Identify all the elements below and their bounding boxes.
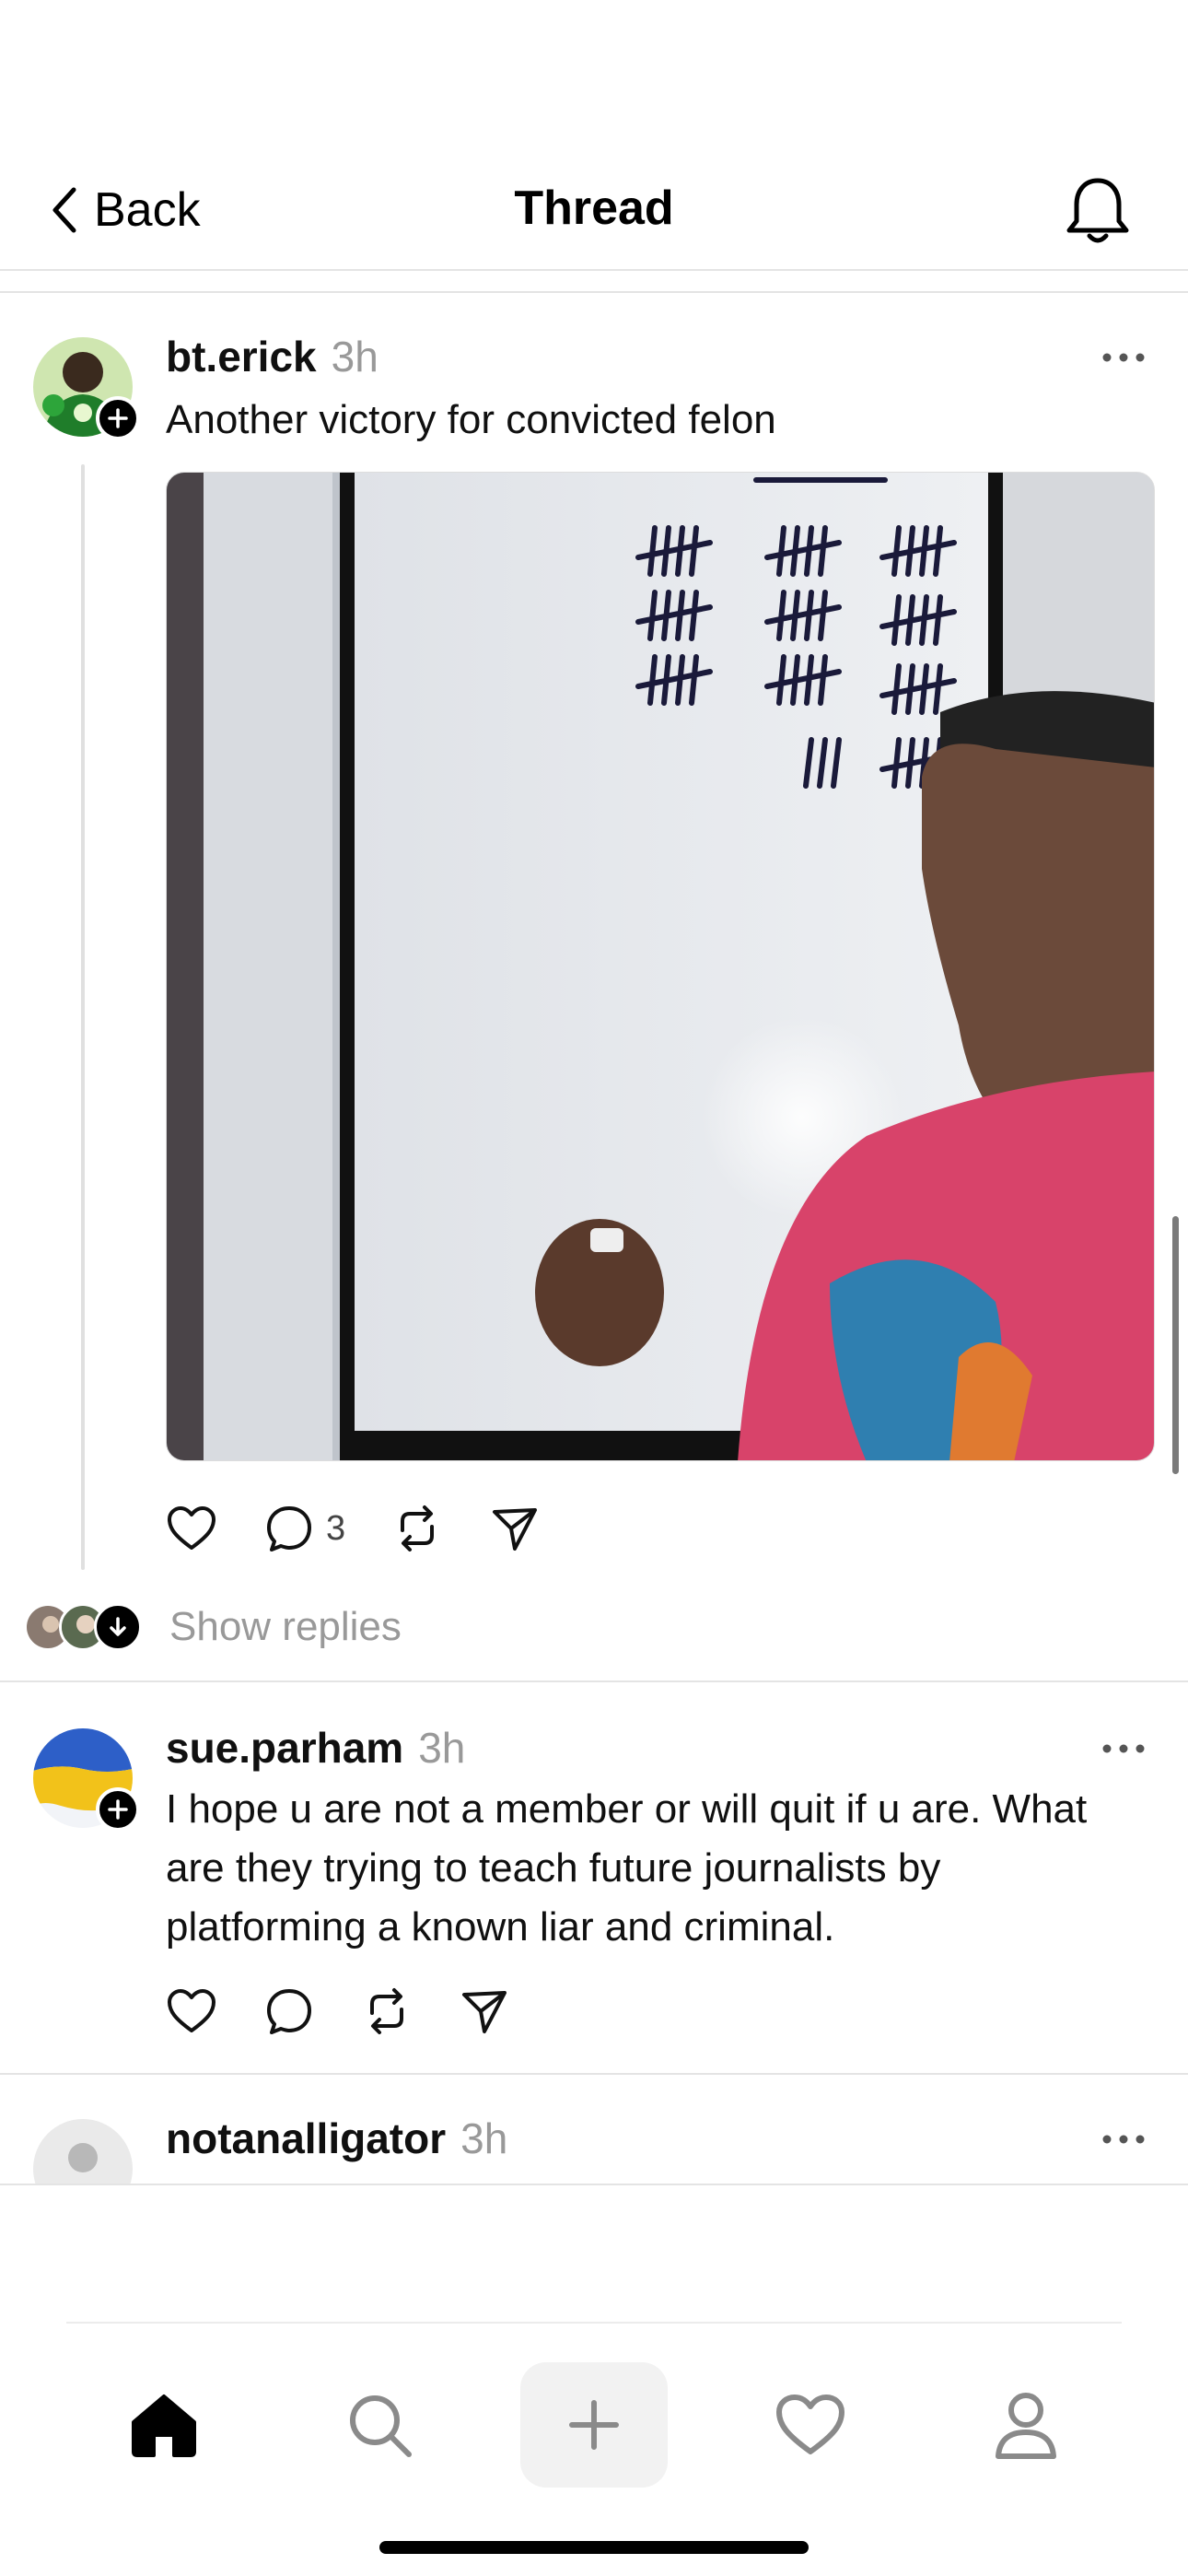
- more-options-button[interactable]: [1096, 1730, 1151, 1767]
- notifications-button[interactable]: [1064, 173, 1132, 247]
- post-text: I hope u are not a member or will quit i…: [166, 1786, 1088, 1950]
- plus-icon: [569, 2400, 619, 2450]
- tab-search[interactable]: [306, 2362, 453, 2488]
- repost-button[interactable]: [391, 1503, 443, 1554]
- ellipsis-icon: [1102, 2135, 1145, 2144]
- home-icon: [132, 2395, 196, 2457]
- search-icon: [350, 2395, 412, 2457]
- divider: [0, 2184, 1188, 2185]
- username-text: bt.erick: [166, 333, 317, 381]
- page-title: Thread: [514, 181, 674, 235]
- thread-line: [81, 464, 85, 1570]
- reply-button[interactable]: [263, 1985, 315, 2037]
- send-icon: [462, 1991, 507, 2033]
- repost-button[interactable]: [361, 1985, 413, 2037]
- like-button[interactable]: [166, 1505, 217, 1552]
- follow-button[interactable]: [96, 396, 140, 440]
- comment-icon: [267, 1989, 311, 2034]
- heart-icon: [168, 1506, 215, 1550]
- post-actions: [166, 1979, 556, 2043]
- expand-replies-icon: [94, 1603, 142, 1651]
- share-button[interactable]: [489, 1503, 541, 1554]
- timestamp: 3h: [460, 2114, 508, 2162]
- username-text: sue.parham: [166, 1724, 404, 1772]
- divider: [66, 2322, 1122, 2324]
- scrollbar[interactable]: [1172, 1216, 1179, 1474]
- send-icon: [493, 1508, 538, 1551]
- post-video[interactable]: [166, 472, 1155, 1461]
- tab-activity[interactable]: [737, 2362, 884, 2488]
- ellipsis-icon: [1102, 353, 1145, 362]
- share-button[interactable]: [459, 1985, 510, 2037]
- username[interactable]: sue.parham 3h: [166, 1723, 465, 1773]
- heart-icon: [168, 1989, 215, 2032]
- profile-icon: [996, 2393, 1056, 2459]
- reply-count: 3: [326, 1508, 346, 1548]
- divider: [0, 1680, 1188, 1682]
- follow-button[interactable]: [96, 1787, 140, 1832]
- post-text: Another victory for convicted felon: [166, 397, 776, 442]
- tab-home[interactable]: [90, 2362, 238, 2488]
- avatar[interactable]: [33, 2119, 133, 2185]
- tab-compose[interactable]: [520, 2362, 668, 2488]
- plus-icon: [108, 408, 128, 428]
- username[interactable]: notanalligator 3h: [166, 2113, 507, 2163]
- like-button[interactable]: [166, 1987, 217, 2035]
- home-indicator: [379, 2541, 809, 2554]
- more-options-button[interactable]: [1096, 339, 1151, 376]
- more-options-button[interactable]: [1096, 2121, 1151, 2158]
- top-navigation-bar: Back Thread: [0, 0, 1188, 271]
- username[interactable]: bt.erick 3h: [166, 332, 379, 381]
- comment-icon: [267, 1506, 311, 1551]
- repost-icon: [370, 1988, 403, 2034]
- tab-profile[interactable]: [952, 2362, 1100, 2488]
- bell-icon: [1066, 178, 1129, 243]
- post-actions: 3: [166, 1496, 587, 1561]
- username-text: notanalligator: [166, 2114, 447, 2162]
- ellipsis-icon: [1102, 1744, 1145, 1753]
- show-replies-row[interactable]: Show replies: [24, 1598, 402, 1657]
- plus-icon: [108, 1799, 128, 1820]
- timestamp: 3h: [418, 1724, 466, 1772]
- reply-button[interactable]: 3: [263, 1503, 345, 1554]
- show-replies-label: Show replies: [169, 1604, 402, 1649]
- timestamp: 3h: [331, 333, 379, 381]
- divider: [0, 291, 1188, 293]
- repost-icon: [401, 1505, 435, 1551]
- heart-icon: [776, 2395, 844, 2454]
- post-notanalligator: notanalligator 3h: [0, 2075, 1188, 2185]
